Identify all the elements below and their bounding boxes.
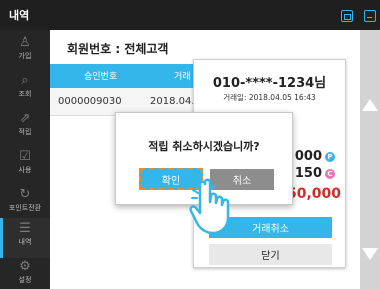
- table-header: 승인번호 거래: [50, 64, 200, 88]
- sidebar-item-label: 조회: [18, 90, 32, 98]
- search-icon: ⌕: [21, 73, 29, 88]
- cell-approval-no: 0000009030: [58, 96, 122, 107]
- coupon-badge-icon: C: [325, 168, 335, 179]
- app-title: 내역: [9, 9, 30, 22]
- sidebar-item-use[interactable]: ☑ 사용: [0, 146, 50, 186]
- point-badge-icon: P: [325, 151, 335, 162]
- coupon-value-text: 150: [294, 166, 322, 181]
- sidebar-item-history[interactable]: ☰ 내역: [0, 218, 50, 258]
- sidebar-item-label: 가입: [18, 52, 32, 60]
- close-button[interactable]: 닫기: [209, 244, 332, 265]
- gear-icon: ⚙: [19, 259, 31, 274]
- list-icon: ☰: [19, 221, 31, 236]
- member-title: 회원번호 : 전체고객: [67, 42, 169, 56]
- scroll-up-icon[interactable]: [362, 99, 378, 111]
- cell-trade-date: 2018.04.: [150, 96, 195, 107]
- sidebar-item-search[interactable]: ⌕ 조회: [0, 70, 50, 110]
- column-header-approval-no: 승인번호: [84, 72, 118, 82]
- minimize-icon[interactable]: [364, 10, 376, 22]
- sidebar-item-label: 설정: [18, 276, 32, 284]
- scroll-down-icon[interactable]: [362, 248, 378, 260]
- sidebar-item-label: 적립: [18, 128, 32, 136]
- customer-phone: 010-****-1234님: [212, 76, 327, 91]
- sidebar-item-label: 내역: [18, 238, 32, 246]
- coupon-value: 150 C: [295, 166, 335, 181]
- sidebar: ♙ 가입 ⌕ 조회 ⇗ 적립 ☑ 사용 ↻ 포인트전환 ☰ 내역 ⚙ 설정: [0, 30, 50, 289]
- sidebar-item-label: 사용: [18, 166, 32, 174]
- total-amount: 50,000: [286, 186, 341, 202]
- sidebar-item-join[interactable]: ♙ 가입: [0, 32, 50, 72]
- sidebar-item-earn[interactable]: ⇗ 적립: [0, 108, 50, 148]
- point-value: 000 P: [295, 149, 335, 164]
- pointing-hand-icon: [189, 178, 230, 235]
- refresh-icon: ↻: [19, 187, 31, 202]
- point-value-text: 000: [294, 149, 322, 164]
- sidebar-item-settings[interactable]: ⚙ 설정: [0, 256, 50, 289]
- chart-icon: ⇗: [19, 111, 31, 126]
- user-icon: ♙: [19, 35, 31, 50]
- dialog-message: 적립 취소하시겠습니까?: [148, 140, 260, 153]
- sidebar-item-label: 포인트전환: [8, 204, 42, 212]
- home-icon[interactable]: [341, 10, 353, 22]
- trade-date: 거래일: 2018.04.05 16:43: [223, 93, 316, 102]
- top-bar: 내역: [0, 0, 380, 30]
- column-header-trade: 거래: [174, 72, 191, 82]
- check-box-icon: ☑: [19, 149, 31, 164]
